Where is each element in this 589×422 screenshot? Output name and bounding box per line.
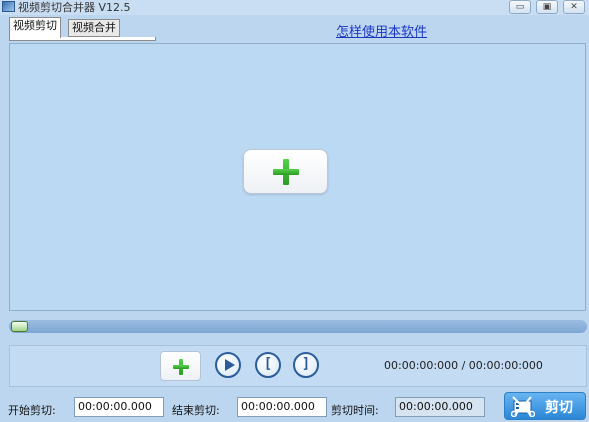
add-file-button[interactable] <box>160 351 201 381</box>
start-cut-label: 开始剪切: <box>8 404 56 417</box>
start-cut-field[interactable]: 00:00:00.000 <box>74 397 164 417</box>
end-cut-field[interactable]: 00:00:00.000 <box>237 397 327 417</box>
end-cut-label: 结束剪切: <box>172 404 220 417</box>
play-icon <box>225 359 235 371</box>
cut-duration-field: 00:00:00.000 <box>395 397 485 417</box>
tab-video-cut[interactable]: 视频剪切 <box>9 17 61 38</box>
add-video-button[interactable] <box>243 149 328 194</box>
title-bar: 视频剪切合并器 V12.5 ▭ ▣ ✕ <box>0 0 589 15</box>
cut-duration-label: 剪切时间: <box>331 404 379 417</box>
tab-video-merge[interactable]: 视频合并 <box>68 19 120 37</box>
plus-icon <box>173 359 189 375</box>
window-title: 视频剪切合并器 V12.5 <box>18 1 131 14</box>
seek-bar[interactable] <box>9 320 587 333</box>
time-display: 00:00:00:000 / 00:00:00:000 <box>384 359 543 372</box>
tab-bar: 视频剪切 视频合并 <box>9 17 156 42</box>
minimize-button[interactable]: ▭ <box>509 0 531 14</box>
seek-handle[interactable] <box>11 321 28 332</box>
plus-icon <box>273 159 299 185</box>
help-link[interactable]: 怎样使用本软件 <box>336 21 427 40</box>
bracket-left-icon: [ <box>263 356 273 372</box>
play-button[interactable] <box>215 352 241 378</box>
app-film-icon <box>2 1 15 12</box>
bracket-right-icon: ] <box>301 356 311 372</box>
scissors-icon <box>511 396 535 417</box>
set-start-button[interactable]: [ <box>255 352 281 378</box>
playback-controls: [ ] 00:00:00:000 / 00:00:00:000 <box>9 345 587 387</box>
set-end-button[interactable]: ] <box>293 352 319 378</box>
close-button[interactable]: ✕ <box>563 0 585 14</box>
cut-button-label: 剪切 <box>545 400 573 416</box>
cut-button[interactable]: 剪切 <box>504 392 586 420</box>
maximize-button[interactable]: ▣ <box>536 0 558 14</box>
